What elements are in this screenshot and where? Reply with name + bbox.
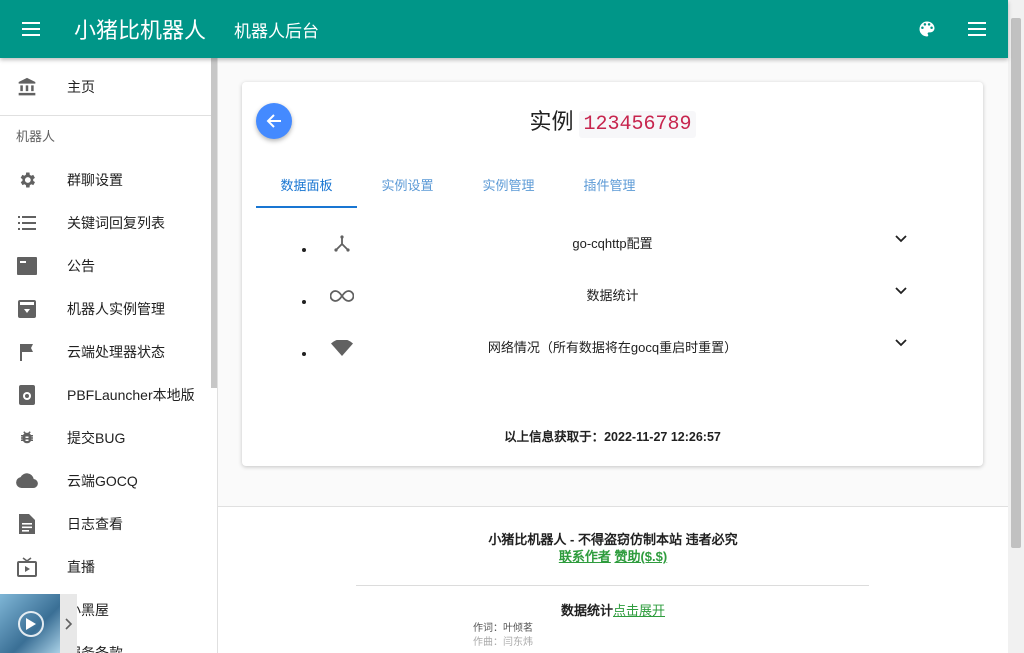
- page-title-text: 实例: [529, 109, 574, 134]
- launcher-icon: [16, 384, 38, 406]
- sidebar-item-live[interactable]: 直播: [0, 545, 217, 588]
- announcement-icon: [16, 255, 38, 277]
- sidebar-item-label: 机器人实例管理: [67, 300, 165, 317]
- scrollbar-thumb[interactable]: [1011, 18, 1021, 548]
- footer-stats: 数据统计点击展开: [218, 600, 1008, 619]
- expansion-panel-gocqhttp[interactable]: go-cqhttp配置: [256, 224, 969, 276]
- sidebar-scrollbar[interactable]: [211, 58, 217, 388]
- sidebar-item-submit-bug[interactable]: 提交BUG: [0, 416, 217, 459]
- palette-icon[interactable]: [902, 0, 952, 58]
- sidebar-item-label: 公告: [67, 257, 95, 274]
- page-scrollbar[interactable]: [1008, 0, 1024, 653]
- sidebar-item-label: 关键词回复列表: [67, 214, 165, 231]
- fetched-timestamp: 以上信息获取于：2022-11-27 12:26:57: [504, 430, 721, 444]
- sidebar-item-cloud-processor[interactable]: 云端处理器状态: [0, 330, 217, 373]
- cloud-icon: [16, 470, 38, 492]
- app-title: 小猪比机器人: [74, 18, 207, 43]
- stats-expand-link[interactable]: 点击展开: [613, 603, 665, 618]
- expansion-panel-statistics[interactable]: 数据统计: [256, 276, 969, 328]
- flag-icon: [16, 341, 38, 363]
- sidebar: 主页 机器人 群聊设置 关键词回复列表 公告 机器人实例管理 云端处理器状态 P…: [0, 58, 218, 653]
- sidebar-item-pbflauncher[interactable]: PBFLauncher本地版: [0, 373, 217, 416]
- contact-author-link[interactable]: 联系作者: [559, 549, 611, 564]
- sidebar-item-log-viewer[interactable]: 日志查看: [0, 502, 217, 545]
- panel-title: 网络情况（所有数据将在gocq重启时重置）: [487, 340, 738, 355]
- sidebar-item-label: 提交BUG: [67, 429, 126, 446]
- lyrics-credit: 作词：叶倾茗: [473, 623, 533, 634]
- panel-title: go-cqhttp配置: [572, 236, 653, 251]
- expansion-panel-list: go-cqhttp配置 数据统计 网络情况（所有数据将在gocq重启时重置）: [256, 224, 969, 380]
- sidebar-item-group-settings[interactable]: 群聊设置: [0, 158, 217, 201]
- tab-instance-settings[interactable]: 实例设置: [357, 168, 458, 208]
- page-title: 实例 123456789: [242, 104, 983, 138]
- instance-id: 123456789: [579, 111, 696, 138]
- gear-icon: [16, 169, 38, 191]
- footer: 小猪比机器人 - 不得盗窃仿制本站 违者必究 联系作者 赞助($.$) 数据统计…: [218, 506, 1008, 653]
- sidebar-section-header: 机器人: [16, 129, 56, 144]
- menu-icon[interactable]: [952, 0, 1002, 58]
- sidebar-item-announcement[interactable]: 公告: [0, 244, 217, 287]
- chevron-right-icon[interactable]: [60, 594, 77, 653]
- sidebar-item-label: 云端处理器状态: [67, 343, 165, 360]
- expansion-panel-network[interactable]: 网络情况（所有数据将在gocq重启时重置）: [256, 328, 969, 380]
- sidebar-item-keyword-replies[interactable]: 关键词回复列表: [0, 201, 217, 244]
- panel-title: 数据统计: [586, 288, 639, 303]
- list-icon: [16, 212, 38, 234]
- video-thumbnail[interactable]: [0, 594, 60, 653]
- tab-data-panel[interactable]: 数据面板: [256, 168, 357, 208]
- sidebar-item-label: 云端GOCQ: [67, 472, 138, 489]
- sidebar-item-label: 日志查看: [67, 515, 123, 532]
- instance-card: 实例 123456789 数据面板 实例设置 实例管理 插件管理 go-cqhtt…: [242, 82, 983, 466]
- chevron-down-icon[interactable]: [893, 335, 909, 351]
- sidebar-item-cloud-gocq[interactable]: 云端GOCQ: [0, 459, 217, 502]
- donate-link[interactable]: 赞助($.$): [614, 549, 667, 564]
- sidebar-item-label: 群聊设置: [67, 171, 123, 188]
- footer-divider: [356, 585, 869, 586]
- sidebar-item-label: 直播: [67, 558, 95, 575]
- play-icon[interactable]: [18, 611, 44, 637]
- footer-links: 联系作者 赞助($.$): [218, 546, 1008, 565]
- live-tv-icon: [16, 556, 38, 578]
- music-credit: 作曲：闫东炜: [473, 637, 533, 648]
- app-bar: 小猪比机器人 机器人后台: [0, 0, 1008, 58]
- stats-label: 数据统计: [560, 603, 613, 618]
- sidebar-item-instance-management[interactable]: 机器人实例管理: [0, 287, 217, 330]
- chevron-down-icon[interactable]: [893, 231, 909, 247]
- tab-instance-management[interactable]: 实例管理: [458, 168, 559, 208]
- sidebar-item-label: PBFLauncher本地版: [67, 386, 195, 403]
- archive-icon: [16, 298, 38, 320]
- sidebar-item-home[interactable]: 主页: [0, 58, 217, 116]
- chevron-down-icon[interactable]: [893, 283, 909, 299]
- document-icon: [16, 513, 38, 535]
- app-subtitle: 机器人后台: [234, 21, 320, 41]
- tab-plugin-management[interactable]: 插件管理: [559, 168, 660, 208]
- hamburger-icon[interactable]: [0, 0, 62, 58]
- sidebar-item-label: 主页: [67, 78, 95, 95]
- tab-bar: 数据面板 实例设置 实例管理 插件管理: [256, 168, 660, 208]
- bank-icon: [16, 76, 38, 98]
- bug-icon: [16, 427, 38, 449]
